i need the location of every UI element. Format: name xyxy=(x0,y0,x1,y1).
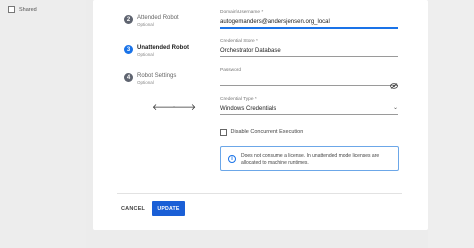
field-underline xyxy=(220,114,398,115)
credential-type-field[interactable]: Credential Type * Windows Credentials ⌄ xyxy=(220,97,398,115)
edit-robot-panel xyxy=(93,0,428,230)
step-number-badge: 3 xyxy=(124,45,133,54)
credential-store-field[interactable]: Credential Store * Orchestrator Database xyxy=(220,39,398,57)
shared-filter[interactable]: Shared xyxy=(8,6,37,13)
sidebar-background: Shared xyxy=(0,0,86,248)
step-subtitle: Optional xyxy=(137,22,154,27)
chevron-down-icon[interactable]: ⌄ xyxy=(393,105,398,111)
footer-divider xyxy=(117,193,402,194)
step-title: Unattended Robot xyxy=(137,45,189,51)
shared-label: Shared xyxy=(19,6,37,13)
step-unattended-robot[interactable]: 3 Unattended Robot Optional xyxy=(124,45,189,58)
domain-username-input[interactable]: autogemanders@andersjensen.org_local xyxy=(220,16,398,26)
disable-concurrent-checkbox[interactable] xyxy=(220,129,227,136)
step-robot-settings[interactable]: 4 Robot Settings Optional xyxy=(124,73,176,86)
info-icon: i xyxy=(228,155,236,163)
page-background-right xyxy=(428,0,474,248)
step-attended-robot[interactable]: 2 Attended Robot Optional xyxy=(124,15,179,28)
domain-username-field[interactable]: Domain\Username * autogemanders@andersje… xyxy=(220,10,398,29)
license-info-banner: i Does not consume a license. In unatten… xyxy=(220,146,399,171)
arrow-left-icon[interactable]: 🡐 xyxy=(152,102,176,113)
step-number-badge: 4 xyxy=(124,73,133,82)
step-subtitle: Optional xyxy=(137,52,154,57)
step-subtitle: Optional xyxy=(137,80,154,85)
step-number-badge: 2 xyxy=(124,15,133,24)
password-field[interactable]: Password xyxy=(220,68,398,89)
step-title: Attended Robot xyxy=(137,15,179,21)
disable-concurrent-execution[interactable]: Disable Concurrent Execution xyxy=(220,129,303,136)
field-underline xyxy=(220,27,398,29)
credential-store-input[interactable]: Orchestrator Database xyxy=(220,45,398,55)
eye-off-icon[interactable] xyxy=(390,76,398,89)
field-underline xyxy=(220,85,398,86)
cancel-button[interactable]: CANCEL xyxy=(116,201,150,216)
step-navigation: 🡐 🡒 xyxy=(152,102,196,113)
checkbox-label: Disable Concurrent Execution xyxy=(230,129,304,136)
update-button[interactable]: UPDATE xyxy=(152,201,185,216)
field-underline xyxy=(220,56,398,57)
shared-checkbox[interactable] xyxy=(8,6,15,13)
step-title: Robot Settings xyxy=(137,73,177,79)
arrow-right-icon[interactable]: 🡒 xyxy=(172,102,196,113)
info-text: Does not consume a license. In unattende… xyxy=(241,153,380,166)
credential-type-select[interactable]: Windows Credentials xyxy=(220,103,276,113)
